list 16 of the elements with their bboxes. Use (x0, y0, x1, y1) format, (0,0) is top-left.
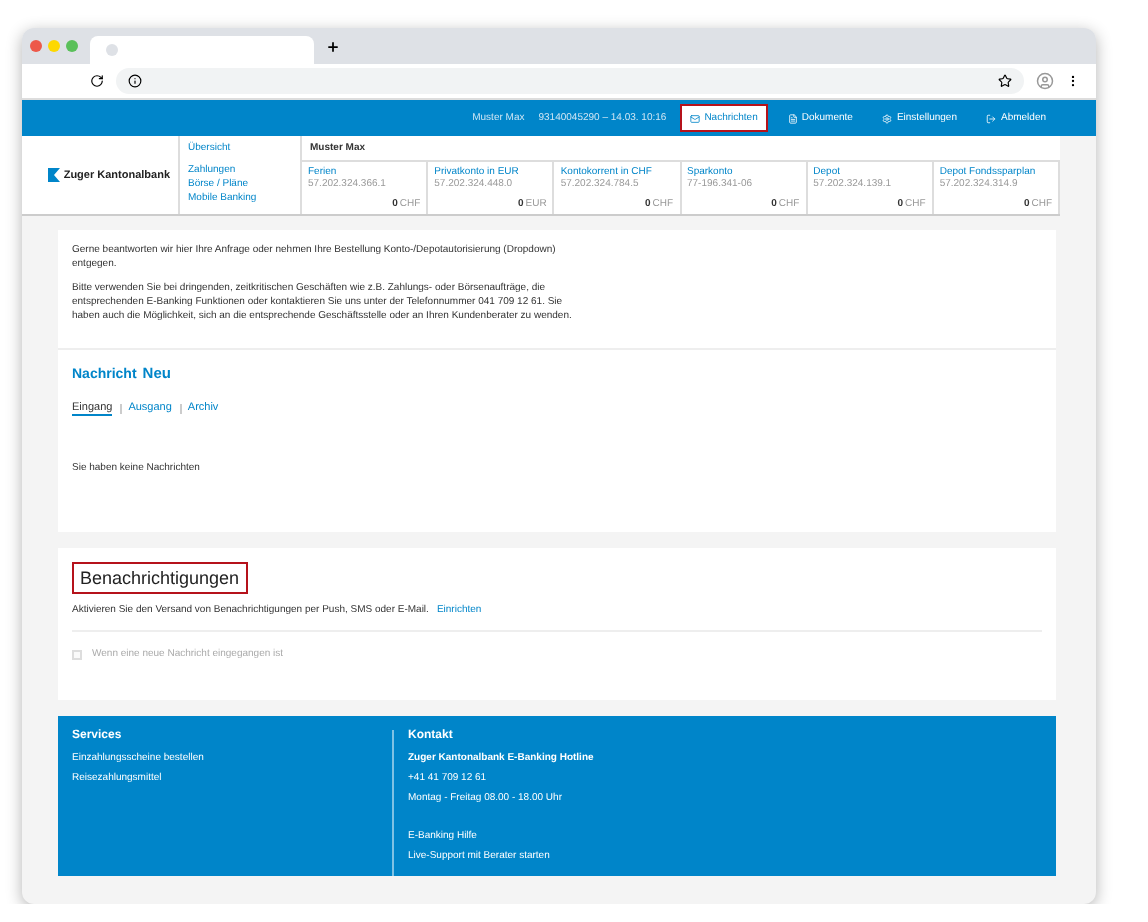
profile-icon[interactable] (1036, 72, 1054, 90)
close-icon[interactable] (30, 40, 42, 52)
document-icon (787, 113, 798, 123)
reload-icon[interactable] (90, 74, 104, 88)
maximize-icon[interactable] (66, 40, 78, 52)
envelope-icon (690, 113, 701, 123)
plus-icon[interactable] (326, 39, 340, 53)
favicon-icon (106, 44, 118, 56)
info-icon[interactable] (128, 74, 142, 88)
logo-icon (47, 168, 60, 182)
address-field[interactable] (116, 68, 1024, 94)
section-title: Benachrichtigungen (72, 562, 248, 594)
star-icon[interactable] (998, 74, 1012, 88)
logout-icon (986, 113, 997, 123)
gear-icon (882, 113, 893, 123)
menu-icon[interactable] (1066, 74, 1080, 88)
